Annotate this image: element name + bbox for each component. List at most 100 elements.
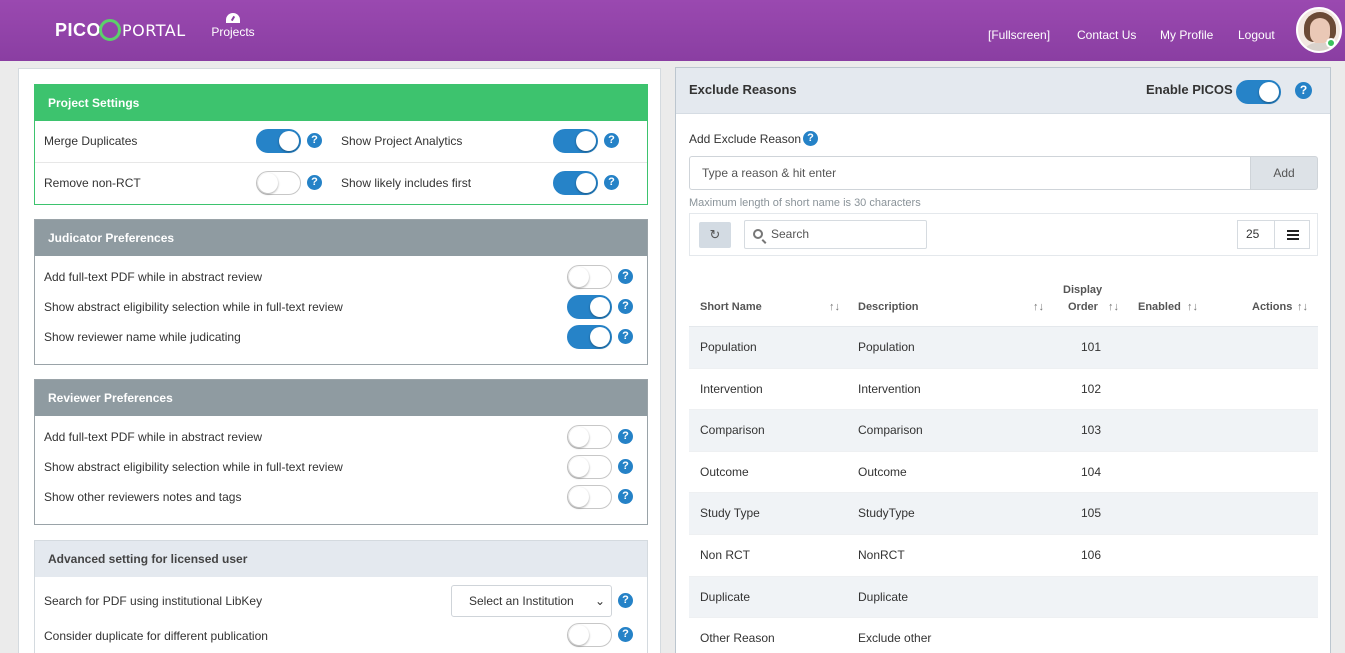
nav-contact-us[interactable]: Contact Us xyxy=(1077,28,1136,42)
col-display-order-line1[interactable]: Display xyxy=(1063,284,1102,296)
settings-row-2: Remove non-RCT ? Show likely includes fi… xyxy=(35,163,647,205)
table-row[interactable]: Non RCT NonRCT 106 xyxy=(689,535,1318,577)
remove-non-rct-toggle[interactable] xyxy=(256,171,301,195)
help-icon[interactable]: ? xyxy=(618,269,633,284)
exclude-reasons-table: Short Name ↑↓ Description ↑↓ Display Ord… xyxy=(689,263,1318,653)
settings-row-1: Merge Duplicates ? Show Project Analytic… xyxy=(35,121,647,163)
logo-pico-text: PICO xyxy=(55,19,102,40)
cell-display-order: 101 xyxy=(1081,340,1102,354)
cell-display-order: 106 xyxy=(1081,547,1102,562)
judicator-reviewer-name-toggle[interactable] xyxy=(567,325,612,349)
reviewer-eligibility-toggle[interactable] xyxy=(567,455,612,479)
help-icon[interactable]: ? xyxy=(307,175,322,190)
show-likely-toggle[interactable] xyxy=(553,171,598,195)
help-icon[interactable]: ? xyxy=(618,299,633,314)
institution-select[interactable]: Select an Institution ⌄ xyxy=(451,585,612,617)
table-row[interactable]: Duplicate Duplicate xyxy=(689,576,1318,619)
enable-picos-toggle[interactable] xyxy=(1236,80,1281,104)
help-icon[interactable]: ? xyxy=(604,133,619,148)
table-row[interactable]: Population Population 101 xyxy=(689,327,1318,369)
logo-circle-icon xyxy=(99,19,122,41)
judicator-item: Add full-text PDF while in abstract revi… xyxy=(35,262,647,292)
table-row[interactable]: Comparison Comparison 103 xyxy=(689,410,1318,452)
cell-description: StudyType xyxy=(858,506,915,521)
avatar[interactable] xyxy=(1296,7,1342,53)
reviewer-item-label: Show other reviewers notes and tags xyxy=(44,490,242,504)
help-icon[interactable]: ? xyxy=(604,175,619,190)
project-settings-title: Project Settings xyxy=(35,85,647,121)
table-row[interactable]: Other Reason Exclude other xyxy=(689,618,1318,653)
judicator-preferences-title: Judicator Preferences xyxy=(35,220,647,256)
reviewer-item: Add full-text PDF while in abstract revi… xyxy=(35,422,647,452)
cell-description: Outcome xyxy=(858,464,907,479)
cell-display-order: 104 xyxy=(1081,464,1102,479)
cell-description: Exclude other xyxy=(858,631,932,646)
nav-logout[interactable]: Logout xyxy=(1238,28,1275,42)
chevron-down-icon: ⌄ xyxy=(594,594,605,608)
duplicate-publication-toggle[interactable] xyxy=(567,623,612,647)
duplicate-label: Consider duplicate for different publica… xyxy=(44,629,268,643)
col-description[interactable]: Description xyxy=(858,301,919,313)
nav-my-profile[interactable]: My Profile xyxy=(1160,28,1213,42)
reviewer-preferences-panel: Reviewer Preferences Add full-text PDF w… xyxy=(34,379,648,525)
help-icon[interactable]: ? xyxy=(803,131,818,146)
sort-icon[interactable]: ↑↓ xyxy=(1108,301,1119,313)
sort-icon[interactable]: ↑↓ xyxy=(1187,301,1198,313)
judicator-item: Show reviewer name while judicating ? xyxy=(35,322,647,352)
cell-short-name: Outcome xyxy=(700,464,749,479)
help-icon[interactable]: ? xyxy=(618,489,633,504)
cell-short-name: Population xyxy=(700,340,757,354)
exclude-reason-input[interactable]: Type a reason & hit enter xyxy=(689,156,1250,190)
sort-icon[interactable]: ↑↓ xyxy=(829,301,840,313)
nav-fullscreen[interactable]: [Fullscreen] xyxy=(988,28,1050,42)
reviewer-item-label: Show abstract eligibility selection whil… xyxy=(44,460,343,474)
judicator-add-pdf-toggle[interactable] xyxy=(567,265,612,289)
table-row[interactable]: Outcome Outcome 104 xyxy=(689,452,1318,494)
col-enabled[interactable]: Enabled xyxy=(1138,301,1181,313)
judicator-item-label: Show abstract eligibility selection whil… xyxy=(44,300,343,314)
search-input[interactable]: Search xyxy=(744,220,927,249)
remove-non-rct-label: Remove non-RCT xyxy=(44,176,141,190)
sort-icon[interactable]: ↑↓ xyxy=(1033,301,1044,313)
top-navbar: PICO PORTAL Projects [Fullscreen] Contac… xyxy=(0,0,1345,61)
help-icon[interactable]: ? xyxy=(618,329,633,344)
refresh-icon[interactable]: ↻ xyxy=(699,222,731,248)
nav-projects-label: Projects xyxy=(211,25,255,39)
cell-short-name: Intervention xyxy=(700,381,763,396)
duplicate-row: Consider duplicate for different publica… xyxy=(35,623,647,651)
add-reason-button[interactable]: Add xyxy=(1250,156,1318,190)
advanced-settings-panel: Advanced setting for licensed user Searc… xyxy=(34,540,648,653)
col-display-order-line2[interactable]: Order xyxy=(1068,301,1098,313)
help-icon[interactable]: ? xyxy=(618,593,633,608)
logo-portal-text: PORTAL xyxy=(122,20,186,40)
table-row[interactable]: Intervention Intervention 102 xyxy=(689,369,1318,411)
table-header: Short Name ↑↓ Description ↑↓ Display Ord… xyxy=(689,263,1318,327)
cell-short-name: Study Type xyxy=(700,506,760,521)
reviewer-add-pdf-toggle[interactable] xyxy=(567,425,612,449)
judicator-eligibility-toggle[interactable] xyxy=(567,295,612,319)
cell-description: NonRCT xyxy=(858,547,905,562)
exclude-reasons-title: Exclude Reasons xyxy=(689,82,797,97)
list-view-icon[interactable] xyxy=(1274,220,1310,249)
sort-icon[interactable]: ↑↓ xyxy=(1297,301,1308,313)
help-icon[interactable]: ? xyxy=(618,627,633,642)
online-status-icon xyxy=(1326,38,1336,48)
table-row[interactable]: Study Type StudyType 105 xyxy=(689,493,1318,535)
help-icon[interactable]: ? xyxy=(618,429,633,444)
show-analytics-toggle[interactable] xyxy=(553,129,598,153)
cell-short-name: Comparison xyxy=(700,423,765,438)
page-size-input[interactable]: 25 xyxy=(1237,220,1275,249)
reviewer-notes-toggle[interactable] xyxy=(567,485,612,509)
col-short-name[interactable]: Short Name xyxy=(700,301,762,313)
pico-portal-logo[interactable]: PICO PORTAL xyxy=(55,16,186,44)
reviewer-preferences-title: Reviewer Preferences xyxy=(35,380,647,416)
help-icon[interactable]: ? xyxy=(307,133,322,148)
col-actions[interactable]: Actions xyxy=(1252,301,1292,313)
help-icon[interactable]: ? xyxy=(1295,82,1312,99)
nav-projects[interactable]: Projects xyxy=(208,13,258,39)
merge-duplicates-toggle[interactable] xyxy=(256,129,301,153)
enable-picos-label: Enable PICOS xyxy=(1146,82,1233,97)
reviewer-item-label: Add full-text PDF while in abstract revi… xyxy=(44,430,263,444)
judicator-preferences-panel: Judicator Preferences Add full-text PDF … xyxy=(34,219,648,365)
help-icon[interactable]: ? xyxy=(618,459,633,474)
